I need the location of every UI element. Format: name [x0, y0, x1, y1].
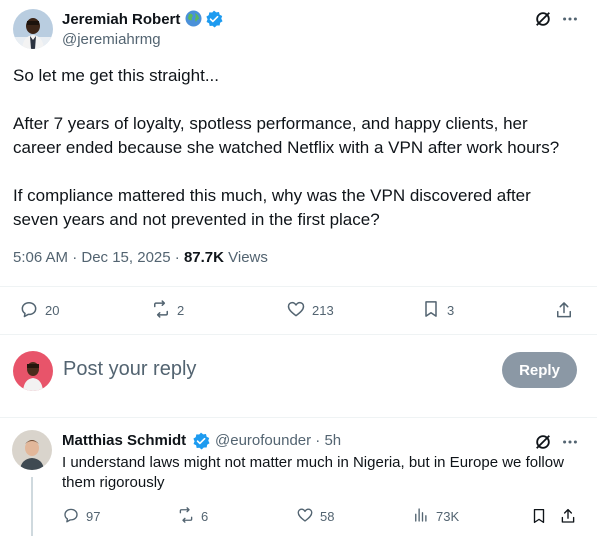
bookmark-action[interactable]: 3	[421, 299, 454, 322]
repost-count: 2	[177, 303, 185, 318]
reply-like-action[interactable]: 58	[296, 506, 334, 527]
reply-button[interactable]: Reply	[502, 352, 577, 388]
reply-line: them rigorously	[62, 474, 165, 491]
like-count: 213	[312, 303, 334, 318]
tweet-line: seven years and not prevented in the fir…	[13, 210, 380, 229]
reply-author-avatar[interactable]	[12, 430, 52, 470]
repost-icon	[151, 299, 171, 322]
like-action[interactable]: 213	[286, 299, 334, 322]
reply-count: 20	[45, 303, 60, 318]
reply-like-count: 58	[320, 509, 335, 524]
repost-icon	[177, 506, 195, 527]
thread-line	[31, 477, 33, 536]
author-avatar[interactable]	[13, 9, 53, 49]
reply-author-name[interactable]: Matthias Schmidt	[62, 432, 186, 449]
more-icon[interactable]	[560, 9, 580, 29]
views-icon	[412, 506, 430, 527]
reply-action[interactable]: 20	[19, 299, 59, 322]
author-handle[interactable]: @jeremiahrmg	[62, 31, 161, 48]
reply-time[interactable]: · 5h	[311, 432, 341, 449]
globe-emoji-icon	[185, 10, 202, 27]
tweet-timestamp[interactable]: 5:06 AM · Dec 15, 2025 ·	[13, 249, 184, 266]
reply-icon	[19, 299, 39, 322]
heart-icon	[286, 299, 306, 322]
tweet-line: After 7 years of loyalty, spotless perfo…	[13, 114, 528, 133]
bookmark-icon[interactable]	[529, 506, 549, 526]
verified-badge-icon	[205, 10, 223, 28]
views-label: Views	[223, 249, 268, 266]
reply-reply-count: 97	[86, 509, 101, 524]
views-count: 87.7K	[183, 249, 224, 266]
reply-icon	[62, 506, 80, 527]
reply-views-count: 73K	[436, 509, 460, 524]
reply-repost-action[interactable]: 6	[177, 506, 208, 527]
verified-badge-icon	[192, 432, 210, 450]
share-icon[interactable]	[553, 299, 575, 321]
reply-input[interactable]: Post your reply	[63, 358, 196, 381]
tweet-line: career ended because she watched Netflix…	[13, 138, 560, 157]
author-name[interactable]: Jeremiah Robert	[62, 11, 180, 28]
share-icon[interactable]	[558, 506, 578, 526]
divider	[0, 286, 597, 287]
current-user-avatar[interactable]	[13, 351, 53, 391]
tweet-line: If compliance mattered this much, why wa…	[13, 186, 531, 205]
tweet-line: So let me get this straight...	[13, 66, 219, 85]
grok-icon[interactable]	[533, 432, 553, 452]
reply-meta: @eurofounder · 5h	[215, 432, 341, 449]
reply-reply-action[interactable]: 97	[62, 506, 100, 527]
tweet-meta: 5:06 AM · Dec 15, 2025 · 87.7K Views	[13, 249, 268, 266]
reply-views-action[interactable]: 73K	[412, 506, 459, 527]
divider	[0, 417, 597, 418]
repost-action[interactable]: 2	[151, 299, 184, 322]
bookmark-count: 3	[447, 303, 455, 318]
reply-line: I understand laws might not matter much …	[62, 454, 564, 471]
heart-icon	[296, 506, 314, 527]
divider	[0, 334, 597, 335]
grok-icon[interactable]	[533, 9, 553, 29]
reply-repost-count: 6	[201, 509, 209, 524]
reply-author-handle[interactable]: @eurofounder	[215, 432, 311, 449]
more-icon[interactable]	[560, 432, 580, 452]
bookmark-icon	[421, 299, 441, 322]
